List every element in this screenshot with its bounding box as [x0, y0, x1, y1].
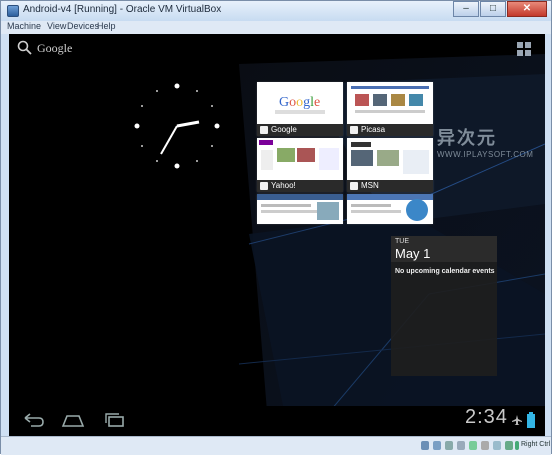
calendar-date: May 1 [395, 246, 431, 261]
shared-folders-icon[interactable] [457, 441, 465, 450]
calendar-header: TUE May 1 [391, 236, 497, 262]
iplaysoft-watermark: 异次元 WWW.IPLAYSOFT.COM [437, 124, 537, 159]
menu-help[interactable]: Help [97, 21, 116, 31]
bookmark-msn[interactable]: MSN [347, 138, 433, 192]
mouse-integration-icon[interactable] [505, 441, 513, 450]
host-key-label: Right Ctrl [521, 441, 551, 448]
bookmark-page-5[interactable] [257, 194, 343, 224]
msn-page-preview [347, 138, 433, 180]
watermark-english-text: WWW.IPLAYSOFT.COM [437, 150, 534, 159]
bookmark-label-yahoo: Yahoo! [271, 181, 296, 190]
airplane-mode-icon [512, 415, 522, 425]
maximize-button[interactable]: □ [480, 1, 506, 17]
search-icon[interactable] [17, 40, 33, 56]
optical-drive-icon[interactable] [433, 441, 441, 450]
usb-icon[interactable] [445, 441, 453, 450]
back-icon[interactable] [19, 410, 47, 430]
bookmark-google[interactable]: Google Google [257, 82, 343, 136]
menu-view[interactable]: View [47, 21, 66, 31]
analog-clock-widget[interactable] [127, 76, 227, 176]
status-clock[interactable]: 2:34 [465, 406, 508, 429]
page-6-preview [347, 194, 433, 224]
host-key-indicator-icon [515, 441, 519, 450]
all-apps-icon[interactable] [517, 42, 531, 56]
msn-favicon-icon [350, 182, 358, 190]
home-icon[interactable] [59, 410, 87, 430]
battery-icon [527, 412, 535, 428]
close-button[interactable]: ✕ [507, 1, 547, 17]
calendar-widget[interactable]: TUE May 1 No upcoming calendar events [391, 236, 497, 376]
yahoo-favicon-icon [260, 182, 268, 190]
menu-bar: Machine View Devices Help [1, 21, 551, 34]
title-bar[interactable]: Android-v4 [Running] - Oracle VM Virtual… [1, 1, 551, 21]
calendar-empty-message: No upcoming calendar events [395, 268, 495, 275]
calendar-day-of-week: TUE [395, 238, 409, 245]
window-controls: – □ ✕ [452, 1, 547, 19]
virtualbox-status-bar: Right Ctrl [1, 436, 551, 455]
recents-icon[interactable] [101, 410, 129, 430]
menu-machine[interactable]: Machine [7, 21, 41, 31]
watermark-chinese-text: 异次元 [437, 128, 497, 148]
picasa-favicon-icon [350, 126, 358, 134]
menu-devices[interactable]: Devices [67, 21, 99, 31]
display-icon[interactable] [481, 441, 489, 450]
bookmark-label-picasa: Picasa [361, 125, 386, 134]
google-search-label[interactable]: Google [37, 41, 72, 56]
bookmark-picasa[interactable]: Picasa [347, 82, 433, 136]
svg-text:Google: Google [279, 95, 320, 110]
hard-disk-icon[interactable] [421, 441, 429, 450]
virtualbox-window: Android-v4 [Running] - Oracle VM Virtual… [0, 0, 552, 455]
bookmark-label-msn: MSN [361, 181, 379, 190]
picasa-page-preview [347, 82, 433, 124]
bookmark-yahoo[interactable]: Yahoo! [257, 138, 343, 192]
window-title: Android-v4 [Running] - Oracle VM Virtual… [23, 4, 222, 15]
bookmark-label-google: Google [271, 125, 297, 134]
system-navigation-bar: 2:34 [9, 406, 545, 436]
yahoo-page-preview [257, 138, 343, 180]
bookmark-page-6[interactable] [347, 194, 433, 224]
page-5-preview [257, 194, 343, 224]
google-page-preview: Google [257, 82, 343, 124]
android-screen[interactable]: Google Google Google Picasa Yahoo! MSN 异… [9, 34, 545, 436]
network-icon[interactable] [469, 441, 477, 450]
recording-icon[interactable] [493, 441, 501, 450]
minimize-button[interactable]: – [453, 1, 479, 17]
virtualbox-app-icon [7, 5, 19, 17]
browser-bookmarks-widget: Google Google Picasa Yahoo! MSN [257, 82, 433, 226]
google-favicon-icon [260, 126, 268, 134]
